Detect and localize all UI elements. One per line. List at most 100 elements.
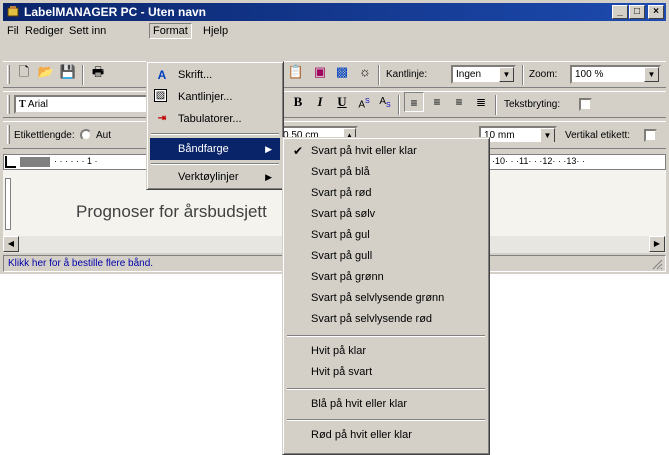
align-right-icon[interactable]: ≡ — [449, 92, 469, 112]
tape-option[interactable]: Svart på gull — [286, 246, 486, 266]
truetype-icon: T — [19, 99, 26, 110]
menu-bar: Fil Rediger Sett inn Format Hjelp — [3, 22, 666, 41]
underline-icon[interactable]: U — [332, 92, 352, 112]
menu-separator — [287, 388, 485, 390]
menu-rediger[interactable]: Rediger — [25, 25, 64, 37]
font-select[interactable]: T Arial — [14, 95, 149, 114]
tape-option[interactable]: Rød på hvit eller klar — [286, 425, 486, 445]
menu-separator — [287, 335, 485, 337]
font-value: Arial — [27, 99, 48, 110]
image-icon[interactable]: ▩ — [332, 62, 352, 82]
tape-option[interactable]: Svart på sølv — [286, 204, 486, 224]
zoom-label: Zoom: — [529, 69, 558, 80]
vertical-checkbox[interactable] — [644, 129, 657, 142]
menu-separator — [287, 419, 485, 421]
borders-icon: ▨ — [154, 89, 167, 102]
toolbar-grip[interactable] — [7, 95, 10, 114]
tape-option[interactable]: Svart på rød — [286, 183, 486, 203]
align-left-icon[interactable]: ≡ — [404, 92, 424, 112]
length-label: Etikettlengde: — [14, 130, 75, 141]
submenu-arrow-icon: ▶ — [265, 172, 272, 182]
label-text[interactable]: Prognoser for årsbudsjett — [76, 202, 267, 222]
ruler-ticks-left: · · · · · · 1 · — [54, 156, 98, 166]
menu-separator — [151, 163, 279, 165]
menu-item-tape-color[interactable]: Båndfarge ▶ — [150, 138, 280, 160]
standard-toolbar: 🗋 📂 💾 🖶 📋 ▣ ▩ ☼ Kantlinje: Ingen ▼ Zoom:… — [3, 61, 666, 88]
menu-sett-inn[interactable]: Sett inn — [69, 25, 106, 37]
zoom-value: 100 % — [575, 69, 604, 80]
print-icon[interactable]: 🖶 — [88, 62, 108, 82]
auto-length-label: Aut — [96, 130, 112, 141]
tape-option[interactable]: Svart på gul — [286, 225, 486, 245]
superscript-icon[interactable]: AS — [354, 92, 374, 112]
symbol-icon[interactable]: ☼ — [355, 62, 375, 82]
wrap-checkbox[interactable] — [579, 98, 592, 111]
vertical-label: Vertikal etikett: — [565, 130, 631, 141]
close-button[interactable]: × — [648, 5, 664, 19]
auto-length-radio[interactable] — [80, 129, 92, 141]
wrap-label: Tekstbryting: — [504, 99, 561, 110]
toolbar-grip[interactable] — [7, 65, 10, 84]
align-justify-icon[interactable]: ≣ — [471, 92, 491, 112]
menu-fil[interactable]: Fil — [7, 25, 19, 37]
scroll-left-icon[interactable]: ◀ — [3, 236, 19, 252]
title-bar: LabelMANAGER PC - Uten navn _ □ × — [3, 3, 666, 21]
save-icon[interactable]: 💾 — [58, 62, 78, 82]
ruler-margin — [20, 157, 50, 167]
status-text[interactable]: Klikk her for å bestille flere bånd. — [8, 258, 153, 269]
ruler-ticks-right: ·10· · ·11· · ·12· · ·13· · — [492, 156, 585, 166]
menu-item-font[interactable]: A Skrift... — [150, 64, 280, 86]
bold-icon[interactable]: B — [288, 92, 308, 112]
zoom-select[interactable]: 100 % ▼ — [570, 65, 661, 84]
resize-grip-icon[interactable] — [651, 258, 663, 270]
tape-option[interactable]: Hvit på klar — [286, 341, 486, 361]
window-title: LabelMANAGER PC - Uten navn — [24, 5, 207, 19]
app-icon — [7, 6, 19, 17]
chevron-down-icon[interactable]: ▼ — [540, 128, 555, 142]
border-label: Kantlinje: — [386, 69, 428, 80]
maximize-button[interactable]: □ — [629, 5, 645, 19]
border-select[interactable]: Ingen ▼ — [451, 65, 516, 84]
toolbar-separator — [398, 95, 400, 115]
tape-option[interactable]: Svart på blå — [286, 162, 486, 182]
tape-option[interactable]: Hvit på svart — [286, 362, 486, 382]
border-value: Ingen — [456, 69, 482, 80]
vertical-ruler — [5, 178, 11, 230]
minimize-button[interactable]: _ — [612, 5, 628, 19]
toolbar-separator — [378, 65, 380, 85]
tabs-icon: ⇥ — [157, 113, 167, 124]
chevron-down-icon[interactable]: ▼ — [644, 67, 659, 82]
tape-option[interactable]: Blå på hvit eller klar — [286, 394, 486, 414]
tape-option[interactable]: Svart på selvlysende grønn — [286, 288, 486, 308]
open-icon[interactable]: 📂 — [36, 62, 56, 82]
paste-icon[interactable]: 📋 — [286, 62, 306, 82]
align-center-icon[interactable]: ≡ — [427, 92, 447, 112]
menu-format[interactable]: Format — [149, 23, 192, 39]
submenu-arrow-icon: ▶ — [265, 144, 272, 154]
tab-stop-icon[interactable] — [5, 156, 16, 168]
menu-item-borders[interactable]: ▨ Kantlinjer... — [150, 86, 280, 108]
toolbar-separator — [82, 65, 84, 85]
italic-icon[interactable]: I — [310, 92, 330, 112]
new-icon[interactable]: 🗋 — [14, 62, 34, 82]
toolbar-grip[interactable] — [7, 125, 10, 144]
menu-hjelp[interactable]: Hjelp — [203, 25, 228, 37]
tape-option[interactable]: ✔ Svart på hvit eller klar — [286, 141, 486, 161]
scroll-right-icon[interactable]: ▶ — [649, 236, 665, 252]
margin-select[interactable]: 10 mm ▼ — [479, 126, 557, 144]
insert-icon[interactable]: ▣ — [310, 62, 330, 82]
menu-item-tabs[interactable]: ⇥ Tabulatorer... — [150, 108, 280, 130]
tape-option[interactable]: Svart på grønn — [286, 267, 486, 287]
toolbar-separator — [522, 65, 524, 85]
formatting-toolbar: T Arial B I U AS AS ≡ ≡ ≡ ≣ Tekstbryting… — [3, 91, 666, 118]
menu-separator — [151, 133, 279, 135]
font-icon: A — [157, 68, 167, 82]
tape-color-submenu: ✔ Svart på hvit eller klar Svart på blå … — [282, 137, 490, 455]
menu-item-toolbars[interactable]: Verktøylinjer ▶ — [150, 166, 280, 188]
tape-option[interactable]: Svart på selvlysende rød — [286, 309, 486, 329]
checkmark-icon: ✔ — [293, 144, 304, 158]
format-menu: A Skrift... ▨ Kantlinjer... ⇥ Tabulatore… — [146, 61, 284, 190]
toolbar-separator — [495, 95, 497, 115]
subscript-icon[interactable]: AS — [375, 92, 395, 112]
chevron-down-icon[interactable]: ▼ — [499, 67, 514, 82]
